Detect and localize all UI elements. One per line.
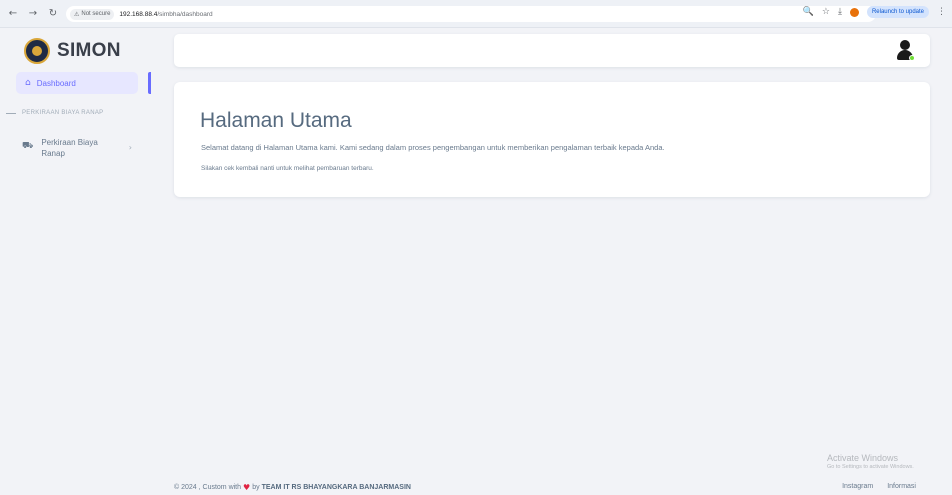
- chevron-right-icon: ›: [128, 143, 132, 152]
- footer-copyright: © 2024 , Custom with: [174, 484, 242, 491]
- section-divider: [6, 112, 16, 114]
- welcome-subtext: Silakan cek kembali nanti untuk melihat …: [201, 165, 374, 172]
- profile-avatar[interactable]: [849, 7, 859, 17]
- watermark-title: Activate Windows: [827, 453, 899, 463]
- url-host: 192.168.88.4: [119, 10, 158, 18]
- brand[interactable]: SIMON: [24, 38, 121, 64]
- sidebar: SIMON ⌂ Dashboard PERKIRAAN BIAYA RANAP …: [0, 28, 152, 495]
- footer-team-link[interactable]: TEAM IT RS BHAYANGKARA BANJARMASIN: [262, 484, 411, 491]
- online-status-dot: [909, 55, 915, 61]
- reload-icon[interactable]: ↻: [46, 7, 60, 21]
- forward-icon[interactable]: →: [26, 7, 40, 21]
- top-navbar: [174, 34, 930, 67]
- sidebar-item-label: Perkiraan Biaya Ranap: [41, 138, 98, 158]
- security-chip[interactable]: ⚠ Not secure: [70, 8, 115, 20]
- browser-actions: 🔍 ☆ ⤓ Relaunch to update ⋮: [803, 6, 946, 18]
- url-path: /simbha/dashboard: [157, 10, 213, 18]
- bed-icon: ⛟: [22, 141, 34, 151]
- footer: © 2024 , Custom with ♥ by TEAM IT RS BHA…: [174, 483, 411, 492]
- footer-links: Instagram Informasi: [842, 483, 916, 490]
- footer-by: by: [252, 484, 260, 491]
- relaunch-button[interactable]: Relaunch to update: [866, 6, 929, 18]
- footer-link-instagram[interactable]: Instagram: [842, 483, 873, 490]
- page-title: Halaman Utama: [200, 109, 352, 132]
- url-text[interactable]: 192.168.88.4/simbha/dashboard: [119, 11, 212, 18]
- watermark-subtitle: Go to Settings to activate Windows.: [827, 464, 914, 470]
- user-avatar-icon[interactable]: [896, 40, 915, 62]
- logo: [24, 38, 50, 64]
- security-label: Not secure: [81, 11, 111, 17]
- sidebar-item-dashboard[interactable]: ⌂ Dashboard: [16, 72, 138, 94]
- back-icon[interactable]: ←: [6, 7, 20, 21]
- sidebar-item-label: Dashboard: [36, 78, 76, 88]
- more-icon[interactable]: ⋮: [937, 7, 946, 17]
- sidebar-item-perkiraan-biaya-ranap[interactable]: ⛟ Perkiraan Biaya Ranap ›: [22, 137, 138, 159]
- section-header-label: PERKIRAAN BIAYA RANAP: [22, 110, 104, 116]
- warning-icon: ⚠: [74, 11, 80, 18]
- active-indicator: [148, 72, 151, 94]
- footer-link-informasi[interactable]: Informasi: [887, 483, 916, 490]
- download-icon[interactable]: ⤓: [838, 7, 842, 17]
- welcome-card: Halaman Utama Selamat datang di Halaman …: [174, 82, 930, 197]
- brand-name: SIMON: [57, 40, 121, 61]
- star-icon[interactable]: ☆: [822, 7, 830, 17]
- sidebar-section-header: PERKIRAAN BIAYA RANAP: [6, 110, 103, 116]
- heart-icon: ♥: [243, 483, 251, 492]
- address-bar[interactable]: ⚠ Not secure 192.168.88.4/simbha/dashboa…: [66, 6, 876, 22]
- welcome-text: Selamat datang di Halaman Utama kami. Ka…: [201, 143, 665, 152]
- browser-toolbar: ← → ↻ ⚠ Not secure 192.168.88.4/simbha/d…: [0, 0, 952, 28]
- zoom-icon[interactable]: 🔍: [803, 7, 814, 17]
- windows-activation-watermark: Activate Windows Go to Settings to activ…: [827, 453, 914, 470]
- home-icon: ⌂: [25, 78, 31, 88]
